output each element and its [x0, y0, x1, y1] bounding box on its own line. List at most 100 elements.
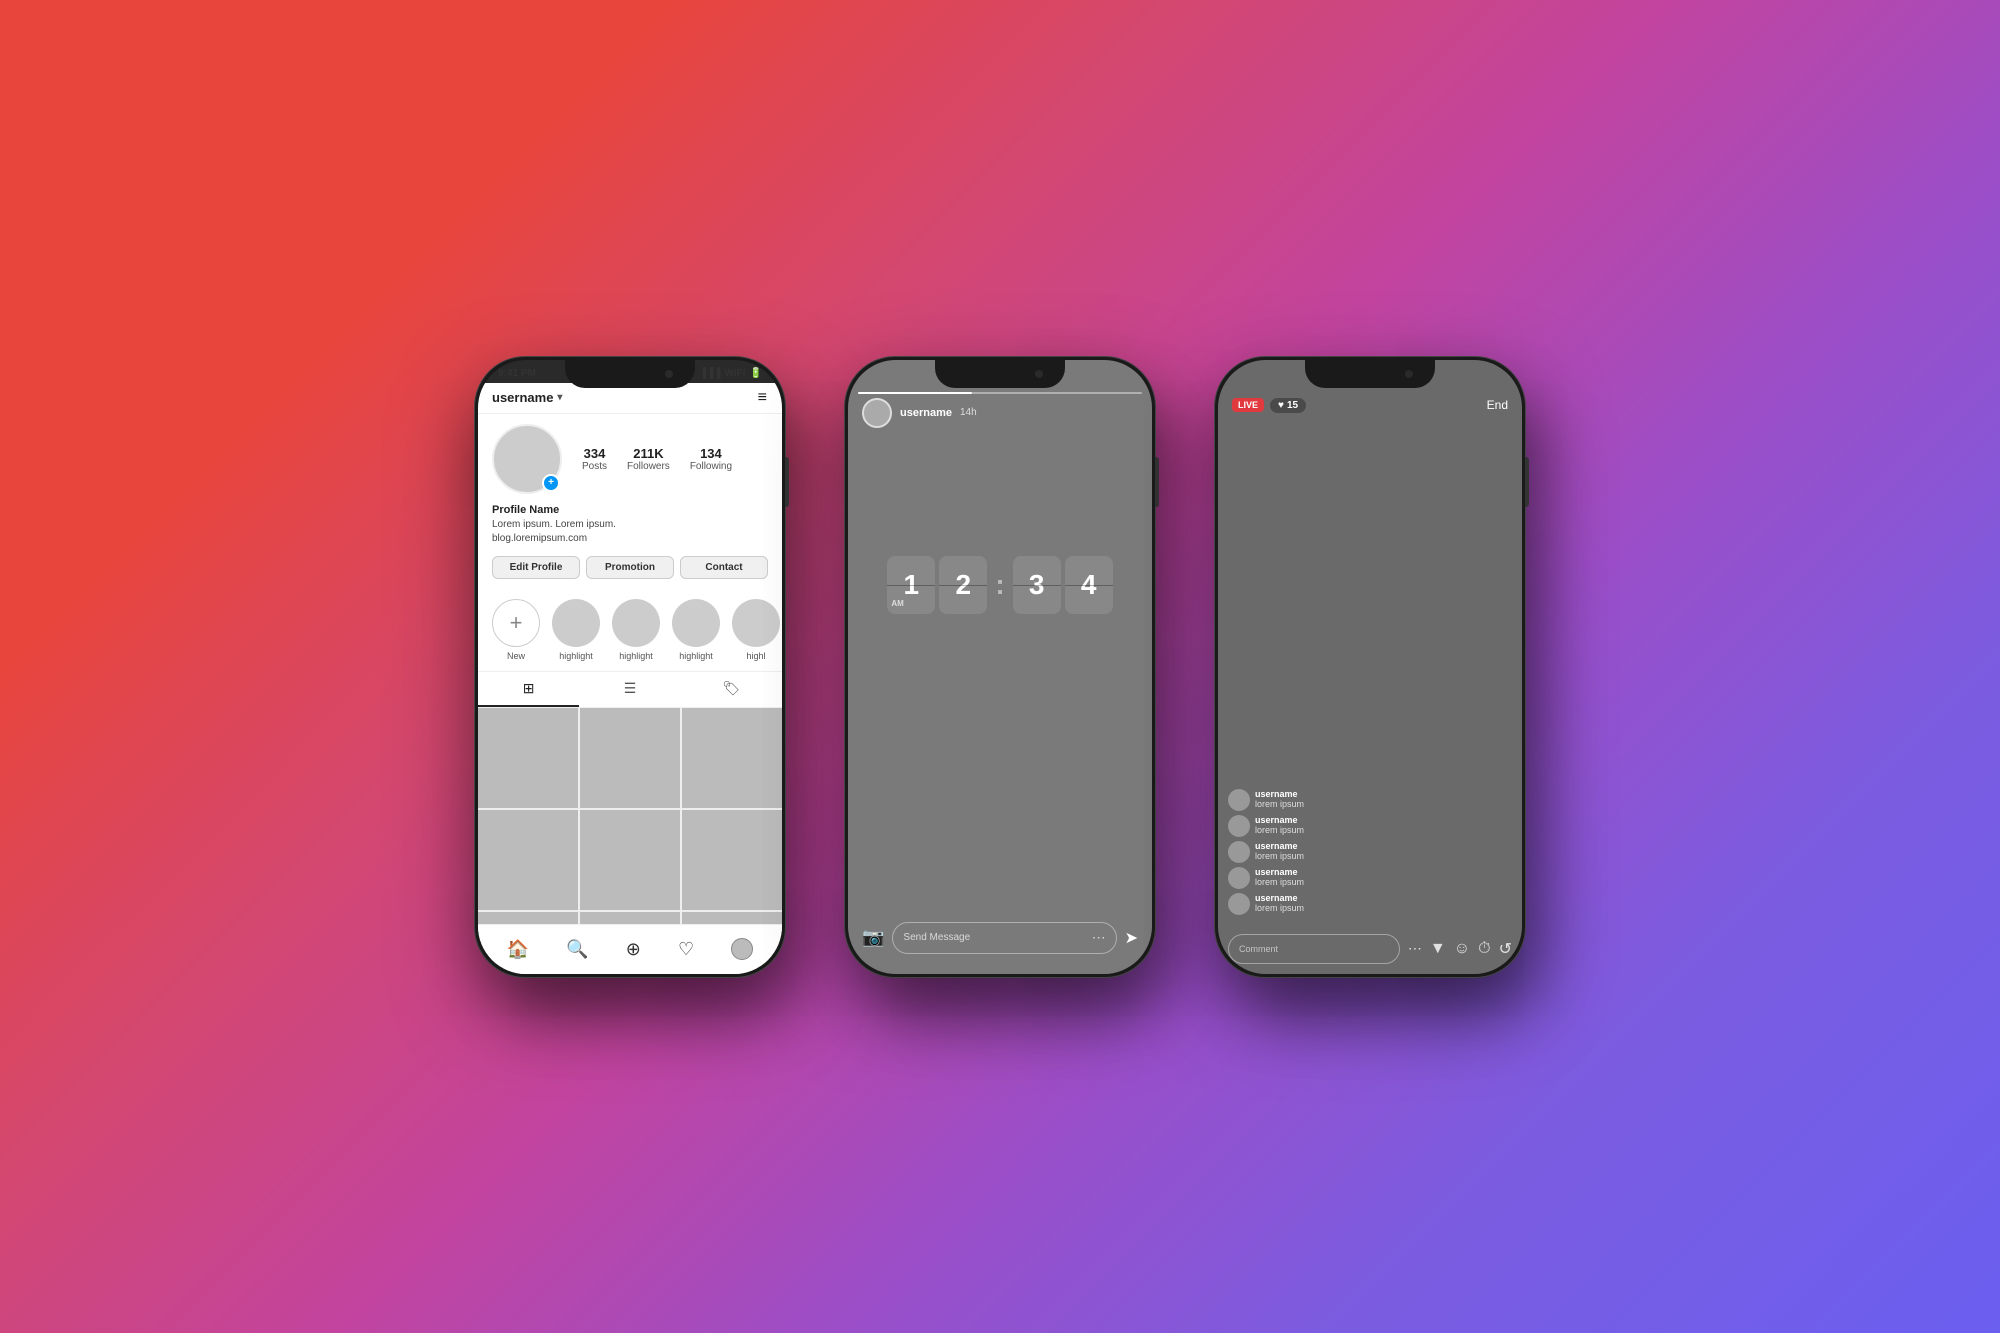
flip-minute-2: 4 — [1081, 569, 1097, 601]
commenter-avatar-2 — [1228, 841, 1250, 863]
followers-stat[interactable]: 211K Followers — [627, 446, 670, 472]
flip-clock: AM 1 2 : 3 4 — [848, 556, 1152, 614]
comment-content-4: username lorem ipsum — [1255, 893, 1304, 913]
followers-count: 211K — [627, 446, 670, 461]
new-story-circle: + — [492, 599, 540, 647]
username-label: username — [492, 390, 553, 405]
posts-count: 334 — [582, 446, 607, 461]
highlight-circle-3 — [672, 599, 720, 647]
highlight-circle-2 — [612, 599, 660, 647]
grid-cell-1[interactable] — [478, 708, 578, 808]
rotate-icon[interactable]: ↺ — [1499, 939, 1512, 959]
list-tab[interactable]: ☰ — [579, 672, 680, 707]
comment-content-3: username lorem ipsum — [1255, 867, 1304, 887]
highlight-3[interactable]: highlight — [672, 599, 720, 661]
flip-hours: AM 1 2 — [887, 556, 987, 614]
flip-hour-2: 2 — [956, 569, 972, 601]
comment-placeholder: Comment — [1239, 944, 1278, 954]
hamburger-menu-icon[interactable]: ≡ — [758, 389, 768, 407]
comment-text-2: lorem ipsum — [1255, 851, 1304, 861]
flip-am-label: AM — [891, 599, 903, 608]
grid-cell-2[interactable] — [580, 708, 680, 808]
highlight-label-2: highlight — [619, 651, 653, 661]
filter-icon[interactable]: ▼ — [1430, 940, 1446, 958]
notch-1 — [565, 360, 695, 388]
grid-cell-4[interactable] — [478, 810, 578, 910]
comment-item-3: username lorem ipsum — [1228, 867, 1512, 889]
emoji-icon[interactable]: ☺ — [1454, 940, 1470, 958]
viewers-count: 15 — [1287, 400, 1298, 411]
live-more-icon[interactable]: ⋯ — [1408, 940, 1422, 957]
timer-icon[interactable]: ⏱ — [1478, 940, 1490, 958]
highlight-4[interactable]: highl — [732, 599, 780, 661]
highlight-circle-4 — [732, 599, 780, 647]
comment-item-0: username lorem ipsum — [1228, 789, 1512, 811]
bottom-nav: 🏠 🔍 ⊕ ♡ — [478, 924, 782, 974]
live-badge: LIVE — [1232, 398, 1264, 412]
commenter-name-3: username — [1255, 867, 1304, 877]
commenter-avatar-4 — [1228, 893, 1250, 915]
status-time: 9:41 PM — [498, 368, 536, 379]
live-screen: LIVE ♥ 15 End username lorem ips — [1218, 360, 1522, 974]
camera-icon[interactable]: 📷 — [862, 927, 884, 948]
avatar-wrapper[interactable]: + — [492, 424, 562, 494]
live-comment-input[interactable]: Comment — [1228, 934, 1400, 964]
grid-cell-5[interactable] — [580, 810, 680, 910]
promotion-button[interactable]: Promotion — [586, 556, 674, 579]
profile-nav-avatar[interactable] — [731, 938, 753, 960]
send-message-input[interactable]: Send Message ⋯ — [892, 922, 1116, 954]
grid-cell-6[interactable] — [682, 810, 782, 910]
comment-item-4: username lorem ipsum — [1228, 893, 1512, 915]
message-dots-icon: ⋯ — [1092, 929, 1106, 946]
home-nav-icon[interactable]: 🏠 — [507, 939, 529, 960]
highlight-new[interactable]: + New — [492, 599, 540, 661]
battery-icon: 🔋 — [750, 368, 762, 379]
end-live-button[interactable]: End — [1487, 398, 1508, 412]
phone-story: username 14h AM 1 2 : — [845, 357, 1155, 977]
posts-stat: 334 Posts — [582, 446, 607, 472]
flip-minutes: 3 4 — [1013, 556, 1113, 614]
profile-username-header[interactable]: username ▾ — [492, 390, 562, 405]
highlight-new-label: New — [507, 651, 525, 661]
highlight-label-1: highlight — [559, 651, 593, 661]
search-nav-icon[interactable]: 🔍 — [566, 939, 588, 960]
commenter-name-0: username — [1255, 789, 1304, 799]
following-count: 134 — [690, 446, 732, 461]
flip-card-m1: 3 — [1013, 556, 1061, 614]
posts-label: Posts — [582, 461, 607, 472]
add-nav-icon[interactable]: ⊕ — [626, 939, 641, 960]
send-message-placeholder: Send Message — [903, 932, 970, 943]
commenter-avatar-0 — [1228, 789, 1250, 811]
add-story-button[interactable]: + — [542, 474, 560, 492]
phones-container: 9:41 PM ▐▐▐ WiFi 🔋 username ▾ ≡ — [475, 357, 1525, 977]
viewers-badge: ♥ 15 — [1270, 398, 1306, 413]
followers-label: Followers — [627, 461, 670, 472]
chevron-down-icon: ▾ — [557, 392, 562, 403]
commenter-name-4: username — [1255, 893, 1304, 903]
comment-content-1: username lorem ipsum — [1255, 815, 1304, 835]
highlight-2[interactable]: highlight — [612, 599, 660, 661]
send-icon[interactable]: ➤ — [1125, 928, 1138, 948]
tagged-tab[interactable]: 🏷 — [681, 672, 782, 707]
signal-icon: ▐▐▐ — [699, 368, 720, 379]
profile-top: + 334 Posts 211K Followers — [492, 424, 768, 494]
comment-item-1: username lorem ipsum — [1228, 815, 1512, 837]
status-icons: ▐▐▐ WiFi 🔋 — [699, 368, 762, 379]
phone-live: LIVE ♥ 15 End username lorem ips — [1215, 357, 1525, 977]
following-stat[interactable]: 134 Following — [690, 446, 732, 472]
edit-profile-button[interactable]: Edit Profile — [492, 556, 580, 579]
contact-button[interactable]: Contact — [680, 556, 768, 579]
flip-separator-icon: : — [995, 569, 1004, 601]
profile-screen: 9:41 PM ▐▐▐ WiFi 🔋 username ▾ ≡ — [478, 360, 782, 974]
highlight-1[interactable]: highlight — [552, 599, 600, 661]
grid-cell-3[interactable] — [682, 708, 782, 808]
content-tabs: ⊞ ☰ 🏷 — [478, 672, 782, 708]
grid-tab[interactable]: ⊞ — [478, 672, 579, 707]
live-bottom-bar: Comment ⋯ ▼ ☺ ⏱ ↺ — [1218, 924, 1522, 974]
heart-nav-icon[interactable]: ♡ — [678, 939, 694, 960]
profile-buttons: Edit Profile Promotion Contact — [492, 556, 768, 579]
comment-text-4: lorem ipsum — [1255, 903, 1304, 913]
story-progress-fill — [858, 392, 972, 394]
highlights-row: + New highlight highlight highlight — [478, 589, 782, 672]
commenter-name-1: username — [1255, 815, 1304, 825]
